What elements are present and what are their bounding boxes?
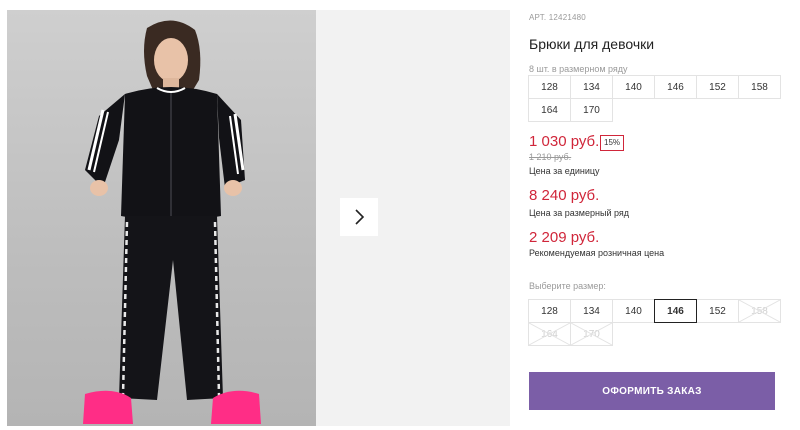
strike-through-icon [739,300,780,322]
size-option-unavailable: 170 [570,322,613,346]
size-option[interactable]: 134 [570,299,613,323]
product-title: Брюки для девочки [529,36,655,52]
discount-badge: 15% [600,135,625,151]
unit-price-label: Цена за единицу [529,166,600,176]
choose-size-label: Выберите размер: [529,281,606,291]
size-option[interactable]: 152 [696,299,739,323]
place-order-button[interactable]: ОФОРМИТЬ ЗАКАЗ [529,372,775,410]
size-option-selected[interactable]: 146 [654,299,697,323]
pack-size-cell: 134 [570,75,613,99]
pack-size-cell: 146 [654,75,697,99]
pack-size-cell: 158 [738,75,781,99]
product-sku: АРТ. 12421480 [529,13,586,22]
girl-tracksuit-illustration [83,20,261,424]
size-option-unavailable: 158 [738,299,781,323]
pack-size-cell: 170 [570,98,613,122]
pack-price: 8 240 руб. [529,187,600,204]
unit-price: 1 030 руб. [529,133,600,150]
pack-size-cell: 164 [528,98,571,122]
pack-size-cell: 140 [612,75,655,99]
size-option[interactable]: 128 [528,299,571,323]
product-info-panel: АРТ. 12421480 Брюки для девочки 8 шт. в … [528,0,781,430]
retail-price: 2 209 руб. [529,229,600,246]
old-price: 1 210 руб. [529,152,572,162]
pack-price-label: Цена за размерный ряд [529,208,630,218]
retail-price-label: Рекомендуемая розничная цена [529,248,665,258]
pack-size-cell: 152 [696,75,739,99]
product-gallery [0,0,510,430]
size-option-unavailable: 164 [528,322,571,346]
pack-note: 8 шт. в размерном ряду [529,64,628,74]
strike-through-icon [529,323,570,345]
size-option[interactable]: 140 [612,299,655,323]
size-selector: 128 134 140 146 152 158 164 170 [528,299,781,346]
pack-size-cell: 128 [528,75,571,99]
next-image-button[interactable] [340,198,378,236]
chevron-right-icon [355,209,365,225]
product-photo[interactable] [7,10,316,426]
pack-size-grid: 128 134 140 146 152 158 164 170 [528,75,781,122]
strike-through-icon [571,323,612,345]
